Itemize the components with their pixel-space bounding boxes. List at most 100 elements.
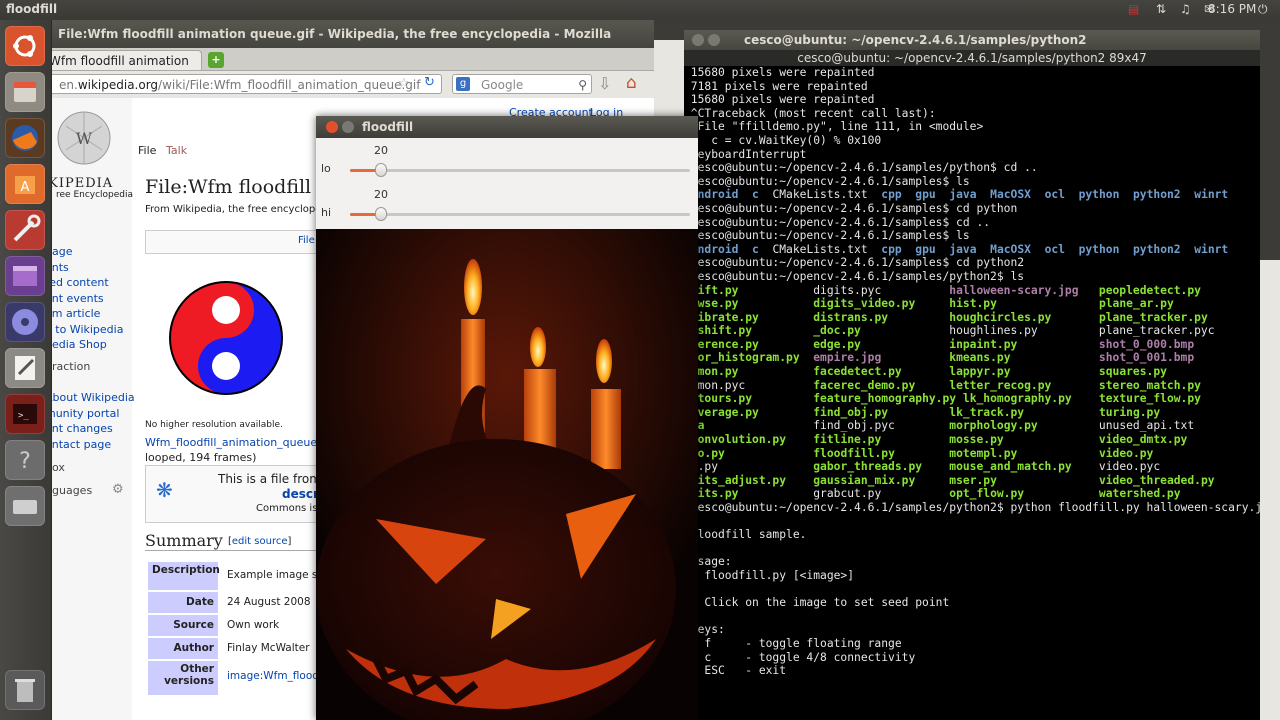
commons-logo-icon: ❋: [156, 478, 173, 502]
svg-text:A: A: [21, 180, 30, 195]
wikipedia-logo[interactable]: W: [56, 108, 112, 174]
url-domain: wikipedia.org: [77, 78, 159, 92]
bookmark-star-icon[interactable]: ☆: [398, 76, 410, 91]
network-icon[interactable]: ▤: [1128, 2, 1139, 16]
languages-heading[interactable]: guages: [52, 484, 92, 497]
sidebar-item-community[interactable]: munity portal: [45, 406, 135, 422]
gear-icon[interactable]: ⚙: [112, 482, 124, 497]
disc-icon[interactable]: [5, 302, 45, 342]
transfer-icon[interactable]: ⇅: [1156, 2, 1166, 16]
close-icon[interactable]: [326, 121, 338, 133]
sidebar-item-about[interactable]: About Wikipedia: [45, 390, 135, 406]
svg-text:>_: >_: [18, 411, 29, 421]
ubuntu-home-icon[interactable]: [5, 26, 45, 66]
floodfill-title: floodfill: [362, 120, 414, 134]
tab-wikipedia[interactable]: Wfm floodfill animation q...: [42, 50, 202, 88]
url-prefix: en.: [59, 78, 78, 92]
launcher: A >_ ?: [0, 20, 52, 720]
sidebar-item[interactable]: pedia Shop: [45, 337, 123, 353]
power-icon[interactable]: ⏻: [1258, 2, 1268, 17]
sidebar-nav: page ents red content ent events om arti…: [45, 244, 123, 353]
search-icon[interactable]: ⚲: [578, 75, 587, 95]
commons-description-link[interactable]: descr: [282, 487, 319, 501]
workspace-switcher-icon[interactable]: [5, 256, 45, 296]
floodfill-title-bar[interactable]: floodfill: [316, 116, 698, 138]
interaction-heading[interactable]: raction: [52, 360, 90, 373]
files-icon[interactable]: [5, 72, 45, 112]
hi-label: hi: [321, 206, 332, 219]
terminal-title: cesco@ubuntu: ~/opencv-2.4.6.1/samples/p…: [744, 33, 1087, 47]
active-app-title: floodfill: [6, 2, 58, 16]
tab-file[interactable]: File: [138, 144, 156, 157]
terminal-subtitle: cesco@ubuntu: ~/opencv-2.4.6.1/samples/p…: [684, 50, 1260, 66]
logo-wordmark: IKIPEDIA: [42, 176, 114, 191]
software-center-icon[interactable]: A: [5, 164, 45, 204]
new-tab-button[interactable]: +: [208, 52, 224, 68]
sidebar-item-changes[interactable]: ent changes: [45, 421, 135, 437]
yin-yang-image[interactable]: [168, 280, 284, 399]
sidebar-item[interactable]: red content: [45, 275, 123, 291]
terminal-title-bar[interactable]: cesco@ubuntu: ~/opencv-2.4.6.1/samples/p…: [684, 30, 1260, 50]
table-value: Example image sh: [227, 569, 325, 581]
trash-icon[interactable]: [5, 670, 45, 710]
background-window-right: [1260, 260, 1280, 720]
table-key: Date: [148, 592, 218, 613]
url-path: /wiki/File:Wfm_floodfill_animation_queue…: [158, 78, 421, 92]
halloween-pumpkin-image[interactable]: [316, 229, 698, 720]
lo-slider-handle[interactable]: [375, 163, 387, 177]
sidebar-item[interactable]: ents: [45, 260, 123, 276]
terminal-output[interactable]: 15680 pixels were repainted 7181 pixels …: [684, 66, 1260, 720]
page-subtitle: From Wikipedia, the free encyclopedi: [145, 204, 331, 215]
firefox-icon[interactable]: [5, 118, 45, 158]
lo-slider[interactable]: [350, 163, 690, 177]
help-icon[interactable]: ?: [5, 440, 45, 480]
terminal-window: cesco@ubuntu: ~/opencv-2.4.6.1/samples/p…: [684, 30, 1260, 720]
hi-slider-handle[interactable]: [375, 207, 387, 221]
sidebar-item[interactable]: ent events: [45, 291, 123, 307]
terminal-icon[interactable]: >_: [5, 394, 45, 434]
minimize-icon[interactable]: [708, 34, 720, 46]
search-placeholder: Google: [481, 78, 524, 92]
logo-tagline: ree Encyclopedia: [56, 190, 134, 200]
sidebar-item[interactable]: page: [45, 244, 123, 260]
text-editor-icon[interactable]: [5, 348, 45, 388]
hi-slider[interactable]: [350, 207, 690, 221]
download-icon[interactable]: ⇩: [598, 74, 611, 93]
file-name-link[interactable]: Wfm_floodfill_animation_queue.g: [145, 436, 328, 449]
lo-value: 20: [374, 144, 388, 157]
table-value-link[interactable]: image:Wfm_floodf: [227, 670, 323, 682]
volume-icon[interactable]: ♫: [1180, 2, 1191, 16]
table-key: Other versions: [148, 661, 218, 695]
table-value: Finlay McWalter: [227, 642, 310, 654]
file-link-button[interactable]: File: [298, 235, 315, 246]
reload-icon[interactable]: ↻: [424, 75, 435, 90]
minimize-icon[interactable]: [342, 121, 354, 133]
table-key: Author: [148, 638, 218, 659]
close-icon[interactable]: [692, 34, 704, 46]
top-panel: floodfill ▤ ⇅ ♫ ✉ 8:16 PM ⏻: [0, 0, 1280, 20]
sidebar-item[interactable]: om article: [45, 306, 123, 322]
home-icon[interactable]: ⌂: [626, 73, 637, 93]
sidebar-item[interactable]: e to Wikipedia: [45, 322, 123, 338]
system-settings-icon[interactable]: [5, 210, 45, 250]
page-title: File:Wfm floodfill: [145, 176, 312, 198]
resolution-note: No higher resolution available.: [145, 420, 283, 430]
table-key: Source: [148, 615, 218, 636]
commons-label: Commons is: [256, 503, 318, 514]
table-value: Own work: [227, 619, 280, 631]
tab-talk[interactable]: Talk: [166, 144, 187, 157]
floodfill-window: floodfill lo 20 hi 20: [316, 116, 698, 720]
firefox-title-bar[interactable]: File:Wfm floodfill animation queue.gif -…: [42, 20, 654, 69]
clock[interactable]: 8:16 PM: [1208, 2, 1256, 16]
interaction-nav: About Wikipedia munity portal ent change…: [45, 390, 135, 452]
url-bar[interactable]: en.wikipedia.org/wiki/File:Wfm_floodfill…: [48, 74, 442, 94]
hi-slider-row: hi 20: [316, 188, 698, 232]
sidebar-item-contact[interactable]: ontact page: [45, 437, 135, 453]
toolbox-heading[interactable]: ox: [52, 461, 65, 474]
tab-strip: Wfm floodfill animation q... +: [42, 48, 654, 88]
google-icon[interactable]: g: [456, 77, 470, 91]
edit-source-link[interactable]: edit source: [232, 536, 288, 547]
search-input[interactable]: g Google ⚲: [452, 74, 592, 94]
drive-icon[interactable]: [5, 486, 45, 526]
lo-slider-row: lo 20: [316, 144, 698, 188]
